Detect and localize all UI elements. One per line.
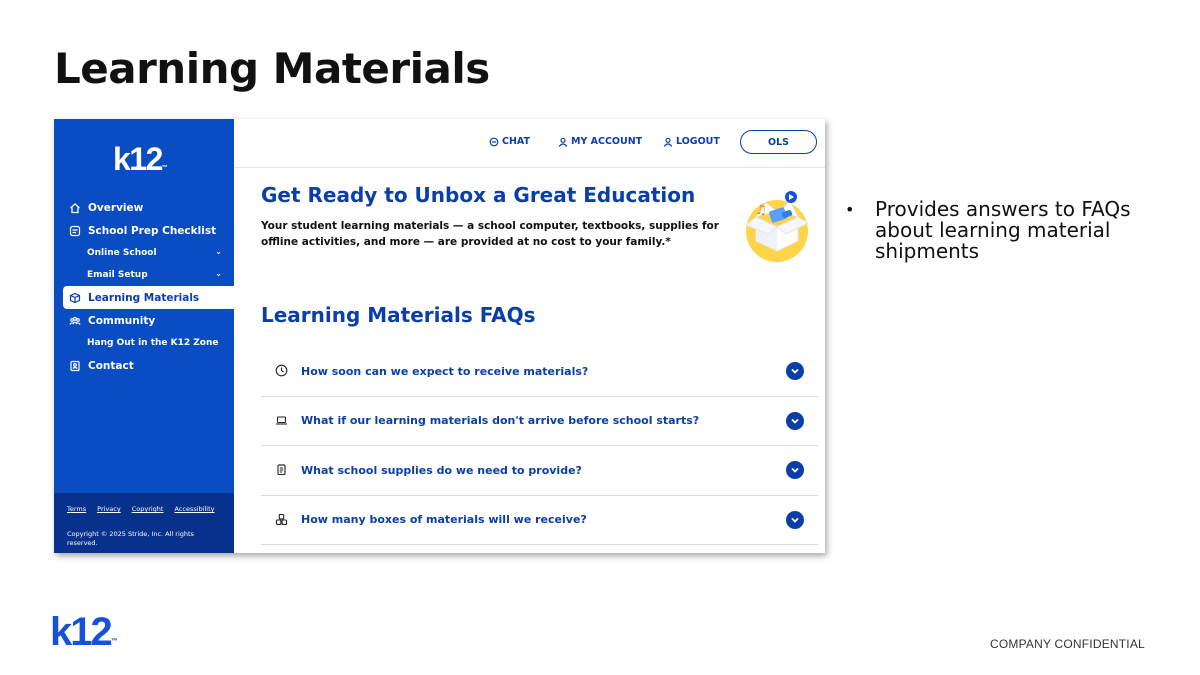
sidebar-logo[interactable]: k12™ [113, 141, 168, 178]
faq-title: Learning Materials FAQs [261, 303, 536, 327]
sidebar-item-online-school[interactable]: Online School ⌄ [54, 242, 234, 264]
sidebar-footer: Terms Privacy Copyright Accessibility Co… [54, 493, 234, 553]
sidebar-item-email-setup[interactable]: Email Setup ⌄ [54, 264, 234, 286]
sidebar-item-label: Community [88, 314, 156, 327]
chat-icon [489, 137, 499, 146]
boxes-icon [275, 513, 289, 527]
unbox-illustration-icon: ♫ [745, 191, 810, 262]
sidebar-item-k12-zone[interactable]: Hang Out in the K12 Zone [54, 332, 234, 354]
faq-question: How many boxes of materials will we rece… [301, 513, 587, 527]
chevron-down-icon[interactable] [786, 362, 804, 380]
accessibility-link[interactable]: Accessibility [174, 505, 214, 513]
checklist-icon [68, 224, 82, 238]
clock-icon [275, 364, 289, 378]
user-icon [663, 137, 673, 147]
sidebar-item-label: Learning Materials [88, 291, 200, 304]
chevron-down-icon[interactable]: ⌄ [215, 247, 222, 256]
top-bar: CHAT MY ACCOUNT LOGOUT OLS [234, 119, 825, 167]
notepad-icon [275, 463, 289, 477]
privacy-link[interactable]: Privacy [97, 505, 121, 513]
faq-item[interactable]: How soon can we expect to receive materi… [261, 347, 818, 397]
svg-text:♫: ♫ [755, 203, 767, 218]
ols-button[interactable]: OLS [740, 130, 817, 154]
bullet-list: Provides answers to FAQs about learning … [845, 199, 1155, 262]
faq-item[interactable]: What school supplies do we need to provi… [261, 446, 818, 496]
copyright-text: Copyright © 2025 Stride, Inc. All rights… [67, 530, 194, 547]
people-icon [68, 314, 82, 328]
sidebar-item-community[interactable]: Community [54, 309, 234, 332]
chevron-down-icon[interactable] [786, 411, 804, 430]
sidebar-item-label: Online School [87, 248, 157, 258]
topbar-divider [234, 167, 825, 168]
sidebar-item-label: Overview [88, 201, 144, 214]
faq-item[interactable]: How many boxes of materials will we rece… [261, 496, 818, 545]
faq-question: What school supplies do we need to provi… [301, 463, 582, 477]
box-icon [68, 291, 82, 305]
bullet-item: Provides answers to FAQs about learning … [845, 199, 1155, 262]
app-screenshot: k12™ Overview School Prep Checklist Onli… [54, 119, 825, 553]
chevron-down-icon[interactable] [786, 461, 804, 479]
confidential-label: COMPANY CONFIDENTIAL [990, 637, 1145, 651]
sidebar: k12™ Overview School Prep Checklist Onli… [54, 119, 234, 553]
user-icon [558, 137, 568, 147]
my-account-link[interactable]: MY ACCOUNT [558, 136, 642, 147]
copyright-link[interactable]: Copyright [132, 505, 164, 513]
sidebar-nav: Overview School Prep Checklist Online Sc… [54, 196, 234, 377]
home-icon [68, 201, 82, 215]
sidebar-item-label: Hang Out in the K12 Zone [87, 338, 219, 348]
slide-title: Learning Materials [54, 44, 490, 93]
faq-item[interactable]: What if our learning materials don't arr… [261, 397, 818, 446]
sidebar-item-overview[interactable]: Overview [54, 196, 234, 219]
brand-logo: k12™ [50, 610, 118, 654]
laptop-icon [275, 414, 289, 428]
sidebar-item-label: Email Setup [87, 270, 148, 280]
sidebar-item-learning-materials[interactable]: Learning Materials [63, 286, 234, 309]
hero-text: Your student learning materials — a scho… [261, 220, 719, 248]
footer-links: Terms Privacy Copyright Accessibility [67, 505, 234, 513]
logout-link[interactable]: LOGOUT [663, 136, 720, 147]
terms-link[interactable]: Terms [67, 505, 86, 513]
chat-link[interactable]: CHAT [489, 136, 530, 147]
sidebar-item-school-prep-checklist[interactable]: School Prep Checklist [54, 219, 234, 242]
faq-question: How soon can we expect to receive materi… [301, 364, 589, 378]
chevron-down-icon[interactable] [786, 510, 804, 529]
contact-icon [68, 359, 82, 373]
faq-list: How soon can we expect to receive materi… [261, 347, 818, 545]
faq-question: What if our learning materials don't arr… [301, 414, 700, 428]
sidebar-item-label: School Prep Checklist [88, 224, 217, 237]
hero-title: Get Ready to Unbox a Great Education [261, 183, 696, 207]
sidebar-item-label: Contact [88, 359, 134, 372]
chevron-down-icon[interactable]: ⌄ [215, 269, 222, 278]
sidebar-item-contact[interactable]: Contact [54, 354, 234, 377]
